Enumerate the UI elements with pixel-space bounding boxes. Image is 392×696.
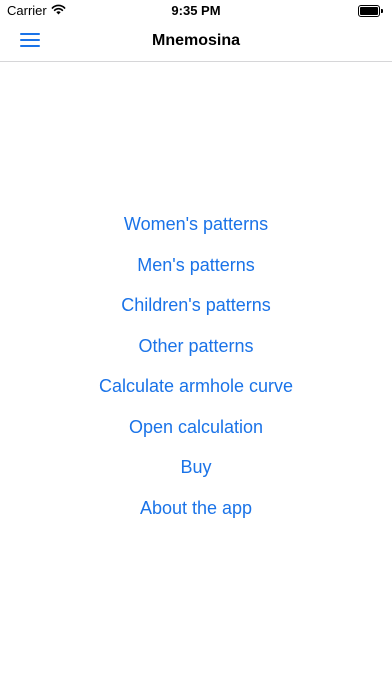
page-title: Mnemosina: [151, 32, 240, 49]
menu-item-mens-patterns[interactable]: Men's patterns: [0, 245, 392, 286]
menu-item-childrens-patterns[interactable]: Children's patterns: [0, 285, 392, 326]
status-time: 9:35 PM: [171, 3, 221, 18]
menu-item-about-the-app[interactable]: About the app: [0, 488, 392, 529]
menu-item-open-calculation[interactable]: Open calculation: [0, 407, 392, 448]
app-screen: Carrier 9:35 PM Mnemosina Women's patter…: [0, 0, 392, 696]
menu-item-calculate-armhole-curve[interactable]: Calculate armhole curve: [0, 366, 392, 407]
main-menu: Women's patterns Men's patterns Children…: [0, 204, 392, 528]
menu-item-womens-patterns[interactable]: Women's patterns: [0, 204, 392, 245]
status-bar: Carrier 9:35 PM: [0, 0, 392, 22]
menu-item-other-patterns[interactable]: Other patterns: [0, 326, 392, 367]
battery-fill: [360, 7, 378, 15]
navigation-bar: Mnemosina: [0, 22, 392, 62]
menu-item-buy[interactable]: Buy: [0, 447, 392, 488]
battery-icon: [358, 5, 384, 17]
